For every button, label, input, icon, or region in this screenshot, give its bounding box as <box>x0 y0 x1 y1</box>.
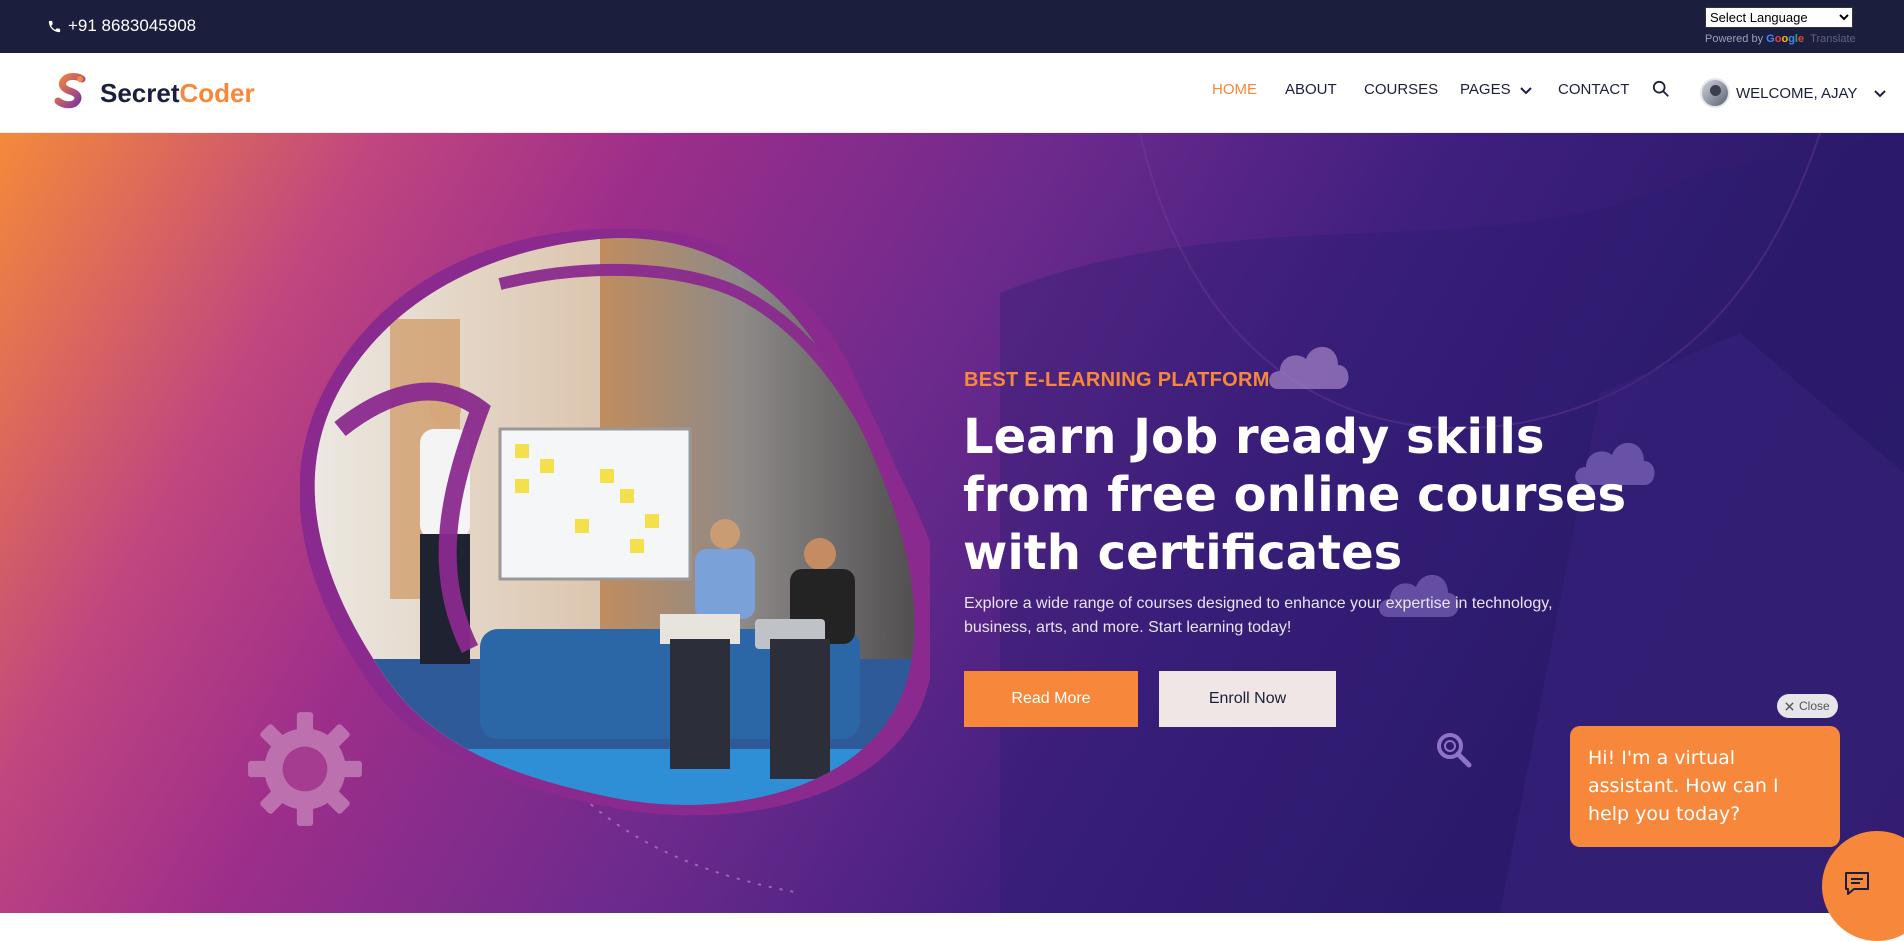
user-menu[interactable]: WELCOME, AJAY <box>1700 78 1887 108</box>
chevron-down-icon <box>1519 86 1532 94</box>
avatar <box>1700 78 1730 108</box>
search-icon[interactable] <box>1652 80 1670 98</box>
site-logo[interactable]: SecretCoder <box>50 71 255 115</box>
chat-icon <box>1845 872 1869 895</box>
hero-subtitle: BEST E-LEARNING PLATFORM <box>964 369 1270 391</box>
nav-home[interactable]: HOME <box>1212 81 1257 98</box>
google-wordmark: Google <box>1766 33 1805 45</box>
powered-by-google-translate: Powered by Google Translate <box>1705 33 1856 45</box>
hero-description: Explore a wide range of courses designed… <box>964 595 1553 636</box>
language-selector[interactable]: Select Language <box>1705 7 1853 28</box>
user-welcome: WELCOME, AJAY <box>1736 84 1858 102</box>
chevron-down-icon <box>1874 90 1887 98</box>
chat-greeting-bubble[interactable]: Hi! I'm a virtual assistant. How can I h… <box>1570 726 1840 847</box>
phone-icon <box>48 20 61 32</box>
enroll-now-button[interactable]: Enroll Now <box>1159 671 1336 727</box>
nav-courses[interactable]: COURSES <box>1364 81 1438 98</box>
logo-mark-icon <box>54 73 86 109</box>
read-more-button[interactable]: Read More <box>964 671 1138 727</box>
gear-icon <box>248 712 362 826</box>
phone-contact[interactable]: +91 8683045908 <box>47 16 196 36</box>
nav-pages[interactable]: PAGES <box>1460 81 1533 98</box>
hero-image <box>300 229 930 816</box>
close-icon <box>1785 701 1794 711</box>
cloud-decoration <box>1269 346 1349 389</box>
phone-number: +91 8683045908 <box>68 16 197 35</box>
magnifier-icon <box>1437 733 1472 768</box>
chat-close-button[interactable]: Close <box>1777 694 1838 718</box>
top-bar: +91 8683045908 Select Language Powered b… <box>0 0 1904 53</box>
main-navbar: SecretCoder HOME ABOUT COURSES PAGES CON… <box>0 53 1904 133</box>
nav-contact[interactable]: CONTACT <box>1558 81 1629 98</box>
hero-headline: Learn Job ready skills from free online … <box>963 409 1627 581</box>
nav-about[interactable]: ABOUT <box>1285 81 1337 98</box>
language-select[interactable]: Select Language <box>1705 7 1853 28</box>
